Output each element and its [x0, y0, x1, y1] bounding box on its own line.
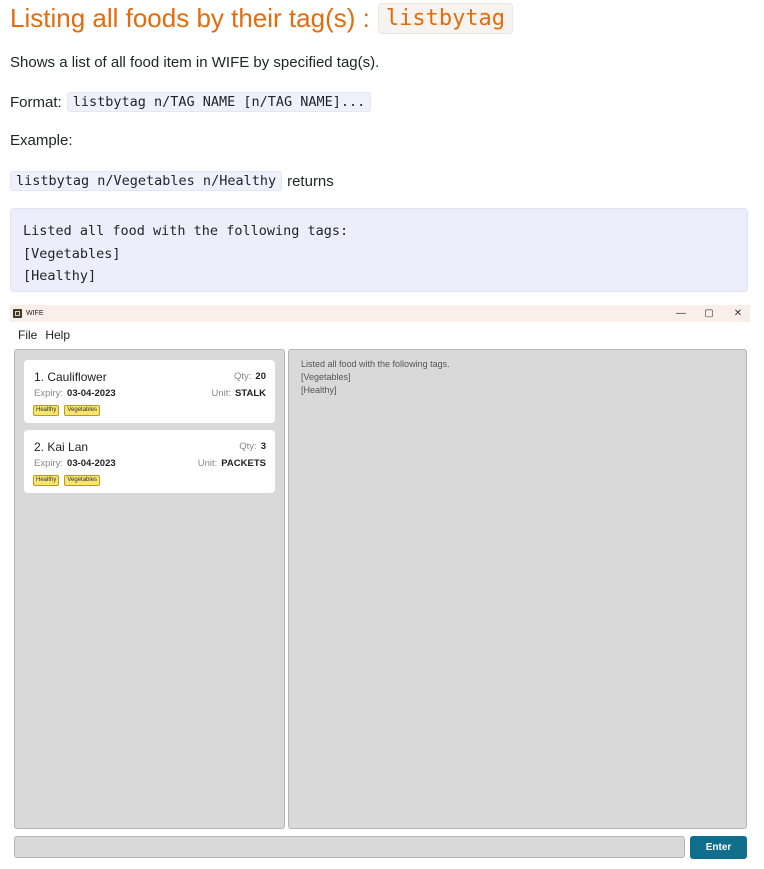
- food-qty: Qty: 3: [239, 441, 266, 452]
- example-output-block: Listed all food with the following tags:…: [10, 208, 748, 292]
- food-unit: Unit: PACKETS: [197, 458, 266, 469]
- example-suffix: returns: [287, 172, 334, 190]
- food-unit: Unit: STALK: [211, 388, 266, 399]
- title-bar: WIFE — ▢ ✕: [10, 305, 750, 322]
- heading-command-code: listbytag: [377, 2, 514, 34]
- food-tags: Healthy Vegetables: [33, 475, 101, 486]
- example-code: listbytag n/Vegetables n/Healthy: [10, 171, 283, 191]
- heading-text: Listing all foods by their tag(s) :: [10, 2, 370, 33]
- tag-badge: Vegetables: [64, 405, 101, 416]
- tag-badge: Vegetables: [64, 475, 101, 486]
- app-window: WIFE — ▢ ✕ File Help 1. Cauliflower Qty:…: [10, 305, 750, 865]
- format-label: Format:: [10, 93, 62, 111]
- example-line: listbytag n/Vegetables n/Healthy returns: [10, 171, 334, 191]
- food-qty: Qty: 20: [234, 371, 266, 382]
- section-heading: Listing all foods by their tag(s) : list…: [10, 0, 514, 36]
- window-title: WIFE: [26, 310, 44, 317]
- maximize-icon[interactable]: ▢: [697, 305, 721, 322]
- menu-help[interactable]: Help: [45, 328, 70, 342]
- result-line: [Healthy]: [301, 385, 337, 395]
- enter-button[interactable]: Enter: [690, 836, 747, 859]
- result-line: [Vegetables]: [301, 372, 351, 382]
- food-list-panel[interactable]: 1. Cauliflower Qty: 20 Expiry: 03-04-2023 …: [14, 349, 285, 829]
- menu-bar: File Help: [10, 324, 750, 346]
- food-name: 1. Cauliflower: [34, 370, 107, 384]
- food-name: 2. Kai Lan: [34, 440, 89, 454]
- food-expiry: Expiry: 03-04-2023: [34, 388, 116, 399]
- food-expiry: Expiry: 03-04-2023: [34, 458, 116, 469]
- tag-badge: Healthy: [33, 405, 60, 416]
- close-icon[interactable]: ✕: [726, 305, 750, 322]
- result-line: Listed all food with the following tags.: [301, 359, 450, 369]
- minimize-icon[interactable]: —: [669, 305, 693, 322]
- tag-badge: Healthy: [33, 475, 60, 486]
- description-text: Shows a list of all food item in WIFE by…: [10, 54, 380, 71]
- food-tags: Healthy Vegetables: [33, 405, 101, 416]
- command-input[interactable]: [14, 836, 685, 858]
- format-line: Format: listbytag n/TAG NAME [n/TAG NAME…: [10, 92, 372, 112]
- example-label: Example:: [10, 132, 73, 149]
- format-code: listbytag n/TAG NAME [n/TAG NAME]...: [66, 92, 372, 112]
- app-logo-icon: [13, 309, 22, 318]
- menu-file[interactable]: File: [18, 328, 37, 342]
- result-display-panel: Listed all food with the following tags.…: [288, 349, 747, 829]
- food-card[interactable]: 2. Kai Lan Qty: 3 Expiry: 03-04-2023 Unit:…: [24, 430, 275, 493]
- food-card[interactable]: 1. Cauliflower Qty: 20 Expiry: 03-04-2023 …: [24, 360, 275, 423]
